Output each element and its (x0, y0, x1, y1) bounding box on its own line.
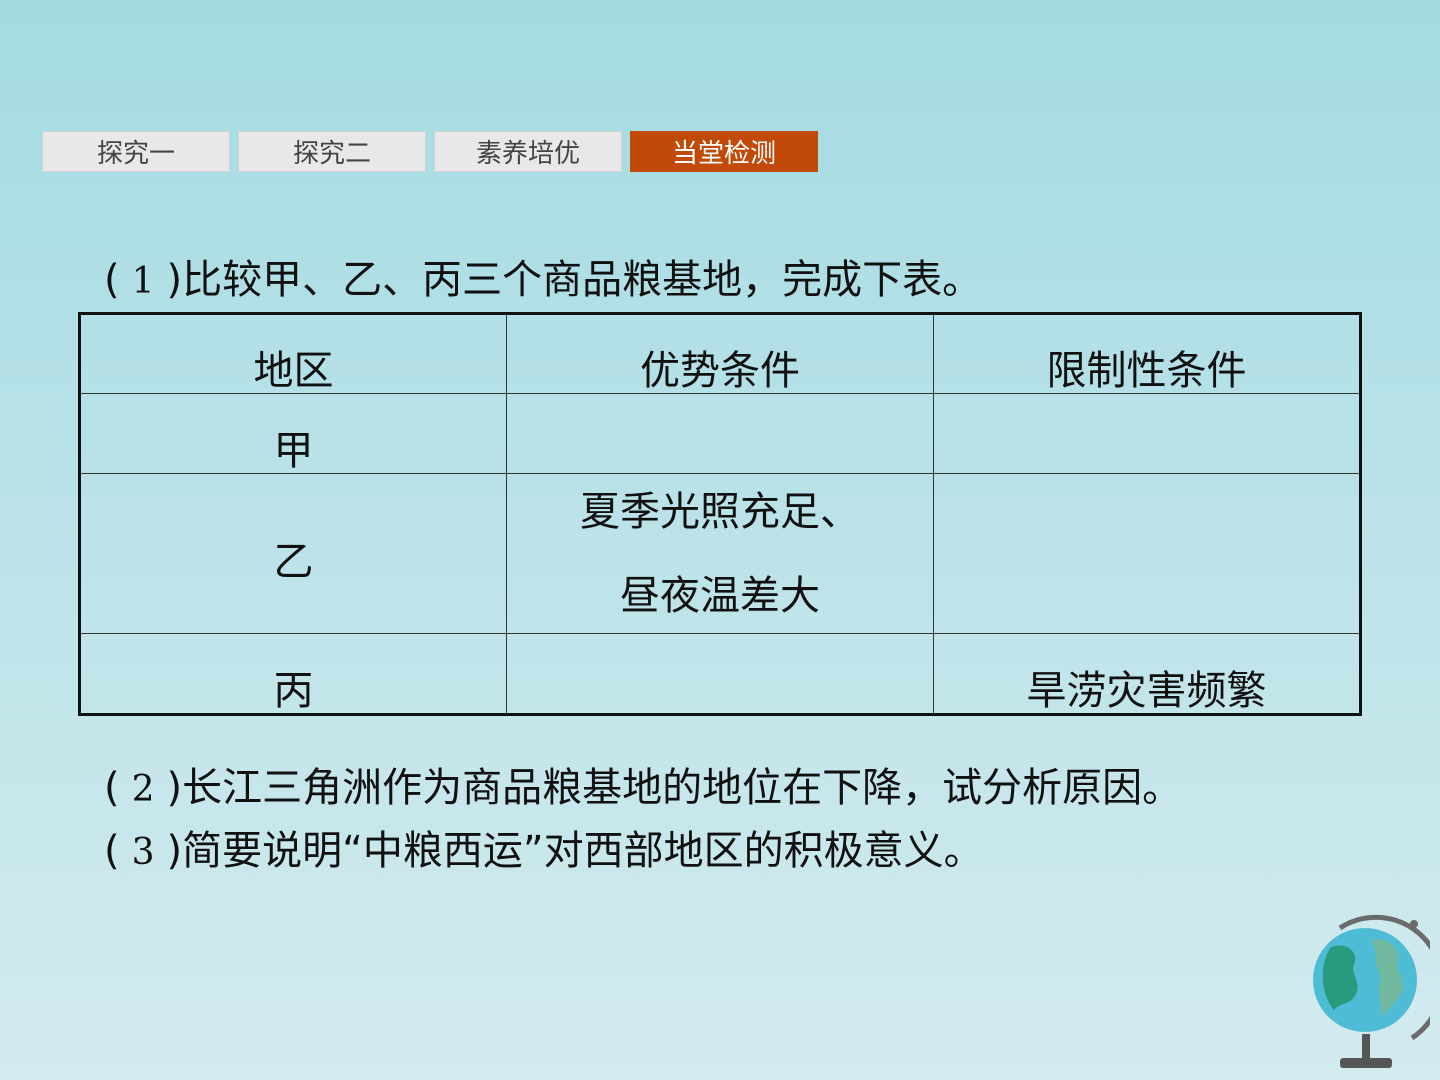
advantage-cell: 夏季光照充足、 昼夜温差大 (506, 473, 934, 634)
q2-open: ( (104, 765, 120, 811)
question-2: (2)长江三角洲作为商品粮基地的地位在下降，试分析原因。 (104, 762, 1182, 816)
table-row: 甲 (79, 393, 1361, 474)
q3-open: ( (104, 828, 120, 874)
question-3: (3)简要说明“中粮西运”对西部地区的积极意义。 (104, 825, 984, 879)
header-advantage: 优势条件 (506, 313, 934, 394)
advantage-cell (506, 393, 934, 474)
tab-explore-2[interactable]: 探究二 (238, 131, 426, 172)
region-cell: 甲 (79, 393, 507, 474)
comparison-table: 地区 优势条件 限制性条件 甲 乙 夏季光照充足、 昼夜温差大 丙 旱涝灾害频繁 (78, 312, 1362, 716)
tab-literacy[interactable]: 素养培优 (434, 131, 622, 172)
table-row: 丙 旱涝灾害频繁 (79, 633, 1361, 715)
advantage-cell (506, 633, 934, 715)
q1-close: ) (166, 257, 183, 303)
table-row: 乙 夏季光照充足、 昼夜温差大 (79, 473, 1361, 634)
header-limit: 限制性条件 (933, 313, 1361, 394)
q1-number: 1 (131, 261, 155, 302)
section-tabs: 探究一 探究二 素养培优 当堂检测 (42, 131, 818, 172)
table-header-row: 地区 优势条件 限制性条件 (79, 313, 1361, 394)
advantage-line: 昼夜温差大 (620, 572, 820, 619)
q2-text: 长江三角洲作为商品粮基地的地位在下降，试分析原因。 (182, 765, 1183, 811)
q3-close: ) (166, 828, 183, 874)
advantage-line: 夏季光照充足、 (580, 488, 860, 535)
globe-icon (1313, 914, 1430, 1068)
limit-cell (933, 473, 1361, 634)
q1-text: 比较甲、乙、丙三个商品粮基地，完成下表。 (182, 257, 983, 303)
limit-cell (933, 393, 1361, 474)
header-region: 地区 (79, 313, 507, 394)
q3-text: 简要说明“中粮西运”对西部地区的积极意义。 (182, 828, 984, 874)
q2-number: 2 (131, 769, 155, 810)
region-cell: 乙 (79, 473, 507, 634)
q1-open: ( (104, 257, 120, 303)
tab-class-test[interactable]: 当堂检测 (630, 131, 818, 172)
question-1: (1)比较甲、乙、丙三个商品粮基地，完成下表。 (104, 254, 982, 308)
tab-explore-1[interactable]: 探究一 (42, 131, 230, 172)
q2-close: ) (166, 765, 183, 811)
region-cell: 丙 (79, 633, 507, 715)
limit-cell: 旱涝灾害频繁 (933, 633, 1361, 715)
q3-number: 3 (131, 832, 155, 873)
